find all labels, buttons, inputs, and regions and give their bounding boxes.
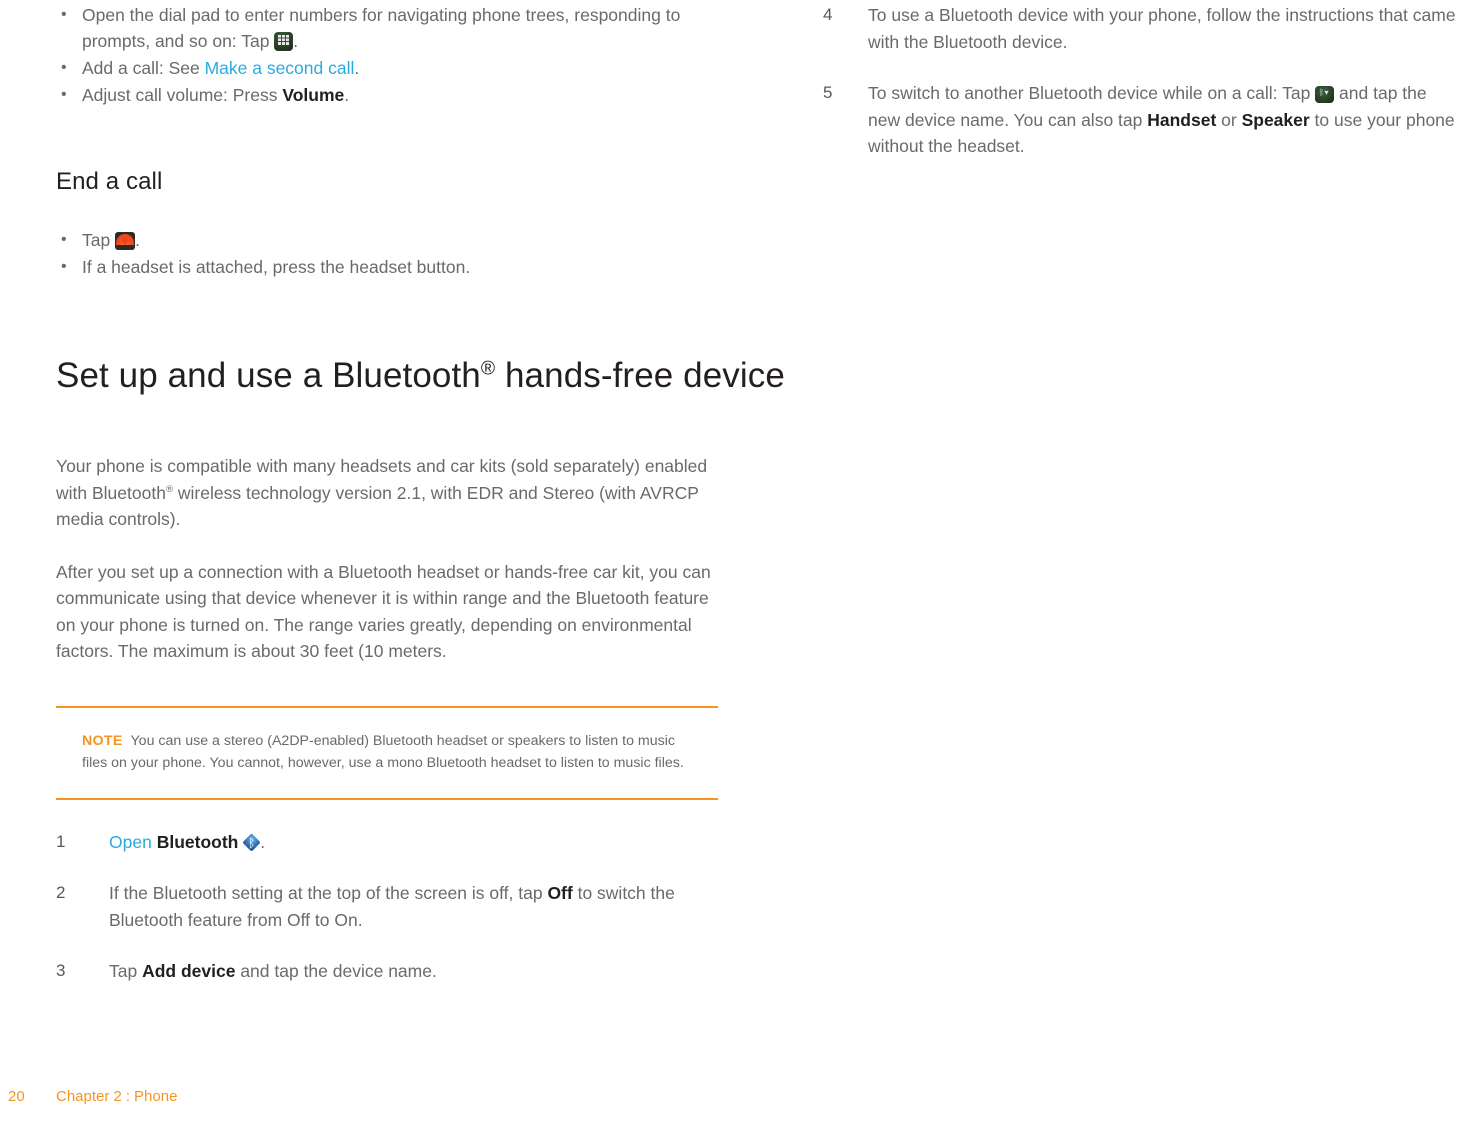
right-column: 4 To use a Bluetooth device with your ph… [823,0,1463,160]
bold-bluetooth: Bluetooth [156,831,239,852]
heading-text-part1: Set up and use a Bluetooth [56,356,481,395]
step-5: 5 To switch to another Bluetooth device … [823,80,1463,160]
bullet-text-after: . [135,230,140,250]
heading-text-part2: hands-free device [495,356,785,395]
step-number: 1 [56,831,66,851]
step-2: 2 If the Bluetooth setting at the top of… [56,880,722,933]
bold-volume: Volume [282,85,345,105]
bluetooth-rune-glyph: ᛒ [248,835,256,850]
note-bottom-divider [56,797,718,800]
step-1: 1 Open Bluetooth ᛒ. [56,829,728,856]
step-number: 2 [56,883,66,902]
footer-separator: : [125,1088,131,1105]
step-number: 5 [823,83,833,102]
bullet-text-after: . [354,58,360,78]
bullet-item-add-a-call: Add a call: See Make a second call. [56,55,728,81]
bluetooth-device-icon[interactable]: ᛒ▾ [1315,86,1335,103]
bullet-text-after: . [293,31,299,51]
bullet-text: If a headset is attached, press the head… [82,257,471,277]
left-column: Open the dial pad to enter numbers for n… [56,0,785,985]
end-a-call-bullet-list: Tap . If a headset is attached, press th… [56,227,728,280]
step-text-after: and tap the device name. [235,961,437,981]
bullet-text: Add a call: See [82,58,205,78]
step-text: To use a Bluetooth device with your phon… [868,5,1456,52]
step-text-after: . [260,831,266,852]
bold-handset: Handset [1147,109,1217,130]
note-text: You can use a stereo (A2DP-enabled) Blue… [82,732,684,771]
note-label: NOTE [82,732,123,749]
paragraph-compatibility: Your phone is compatible with many heads… [56,453,720,533]
down-arrow-glyph [122,237,129,245]
note-block: NOTE You can use a stereo (A2DP-enabled)… [56,705,728,800]
document-page: Open the dial pad to enter numbers for n… [0,0,1476,1123]
bold-speaker: Speaker [1241,109,1310,130]
call-options-bullet-list: Open the dial pad to enter numbers for n… [56,2,728,108]
footer-page-number: 20 [8,1088,25,1105]
step-number: 3 [56,961,66,980]
bullet-text: Open the dial pad to enter numbers for n… [82,5,681,51]
step-text-before: To switch to another Bluetooth device wh… [868,83,1316,103]
bluetooth-device-glyph: ᛒ▾ [1319,88,1329,97]
registered-mark: ® [165,483,174,495]
step-number: 4 [823,5,833,24]
bold-add-device: Add device [142,961,236,981]
bullet-item-headset-button: If a headset is attached, press the head… [56,254,728,280]
step-text-before: Tap [109,961,143,981]
dialpad-icon[interactable] [274,32,294,51]
heading-bluetooth-hands-free: Set up and use a Bluetooth® hands-free d… [56,356,785,396]
bluetooth-icon[interactable]: ᛒ [242,833,261,852]
footer-chapter: Chapter 2 [56,1088,122,1105]
bullet-item-adjust-volume: Adjust call volume: Press Volume. [56,82,728,108]
end-call-icon[interactable] [115,232,136,250]
bullet-text-after: . [344,85,350,105]
bold-off: Off [547,883,573,903]
step-text-or: or [1216,109,1242,130]
registered-mark: ® [480,358,496,380]
bullet-text: Tap [82,230,116,250]
step-text-before: If the Bluetooth setting at the top of t… [109,883,548,903]
bullet-item-dial-pad: Open the dial pad to enter numbers for n… [56,2,728,54]
footer-section: Phone [134,1088,178,1105]
bullet-text: Adjust call volume: Press [82,85,283,105]
page-footer: 20 Chapter 2: Phone [8,1088,177,1105]
heading-end-a-call: End a call [56,168,163,195]
paragraph-range: After you set up a connection with a Blu… [56,561,711,662]
step-3: 3 Tap Add device and tap the device name… [56,958,722,985]
bullet-item-tap-end-call: Tap . [56,227,728,253]
note-body: NOTE You can use a stereo (A2DP-enabled)… [56,708,696,798]
dialpad-grid-glyph [278,35,290,45]
link-make-a-second-call[interactable]: Make a second call [205,58,355,78]
link-open[interactable]: Open [109,832,152,852]
step-4: 4 To use a Bluetooth device with your ph… [823,2,1463,55]
